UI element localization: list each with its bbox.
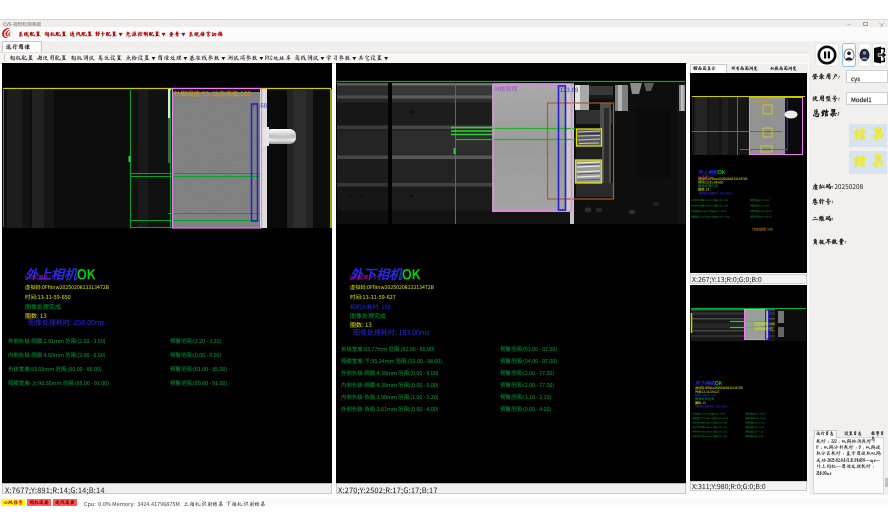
svg-text:外侧负极-隔膜:4.38mm 范围:(0.00 - 9.00: 外侧负极-隔膜:4.38mm 范围:(0.00 - 9.00) — [692, 421, 727, 424]
svg-text:预警范围:(1.10 - 2.10): 预警范围:(1.10 - 2.10) — [745, 430, 764, 433]
svg-text:外侧负极-负极:2.61mm 范围:(0.60 - 4.00: 外侧负极-负极:2.61mm 范围:(0.60 - 4.00) — [692, 435, 727, 438]
svg-text:针脚阈值:93, 动态阈值:100: 针脚阈值:93, 动态阈值:100 — [174, 88, 251, 98]
svg-text:预警范围:(0.00 - 8.00): 预警范围:(0.00 - 8.00) — [750, 204, 770, 208]
svg-text:针脚阈值:93: 针脚阈值:93 — [754, 327, 773, 332]
svg-text:图像处理耗时: 258.00ms: 图像处理耗时: 258.00ms — [699, 191, 733, 196]
svg-text:预警范围:(0.60 - 4.00): 预警范围:(0.60 - 4.00) — [745, 435, 764, 438]
svg-text:内侧负极-隔膜:4.60mm 范围:(3.00 - 6.00: 内侧负极-隔膜:4.60mm 范围:(3.00 - 6.00) — [691, 204, 728, 208]
svg-text:外侧负极-隔膜:2.91mm 范围:(2.00 - 3.50: 外侧负极-隔膜:2.91mm 范围:(2.00 - 3.50) — [691, 198, 728, 202]
svg-text:73.6: 73.6 — [766, 107, 772, 111]
svg-text:预警范围:(83.00 - 87.00): 预警范围:(83.00 - 87.00) — [745, 412, 766, 415]
svg-text:123.68: 123.68 — [560, 85, 579, 94]
svg-text:隔膜宽度-下:95.24mm 范围:(93.00 - 98.: 隔膜宽度-下:95.24mm 范围:(93.00 - 98.00) — [692, 417, 728, 420]
svg-text:预警范围:(2.20 - 3.20): 预警范围:(2.20 - 3.20) — [750, 198, 770, 202]
svg-text:内侧负极-隔膜:4.38mm 范围:(0.00 - 9.00: 内侧负极-隔膜:4.38mm 范围:(0.00 - 9.00) — [692, 426, 727, 429]
svg-text:针脚阈值:93: 针脚阈值:93 — [751, 100, 770, 105]
svg-text:预警范围:(81.00 - 85.00): 预警范围:(81.00 - 85.00) — [750, 209, 772, 213]
svg-text:预警范围:(2.00 - 77.00): 预警范围:(2.00 - 77.00) — [745, 426, 765, 429]
svg-text:内侧负极-负极:1.90mm 范围:(1.00 - 2.20: 内侧负极-负极:1.90mm 范围:(1.00 - 2.20) — [692, 430, 727, 433]
svg-text:预警范围:(89.00 - 91.00): 预警范围:(89.00 - 91.00) — [750, 215, 772, 219]
svg-text:73.68: 73.68 — [252, 101, 268, 110]
svg-text:隔膜宽度-上:90.56mm 范围:(88.00 - 92.: 隔膜宽度-上:90.56mm 范围:(88.00 - 92.00) — [691, 215, 730, 219]
svg-text:负极宽度:83.77mm 范围:(82.00 - 88.00: 负极宽度:83.77mm 范围:(82.00 - 88.00) — [692, 412, 726, 415]
svg-text:负极宽度:83.05mm 范围:(80.00 - 86.00: 负极宽度:83.05mm 范围:(80.00 - 86.00) — [691, 209, 727, 213]
svg-text:AI检测项: AI检测项 — [494, 84, 517, 93]
svg-text:预警范围:(2.00 - 77.00): 预警范围:(2.00 - 77.00) — [745, 421, 765, 424]
svg-text:动态阈值:100: 动态阈值:100 — [752, 228, 773, 233]
svg-text:预警范围:(94.00 - 97.00): 预警范围:(94.00 - 97.00) — [745, 417, 766, 420]
svg-text:图像处理耗时: 183.00ms: 图像处理耗时: 183.00ms — [696, 403, 729, 408]
